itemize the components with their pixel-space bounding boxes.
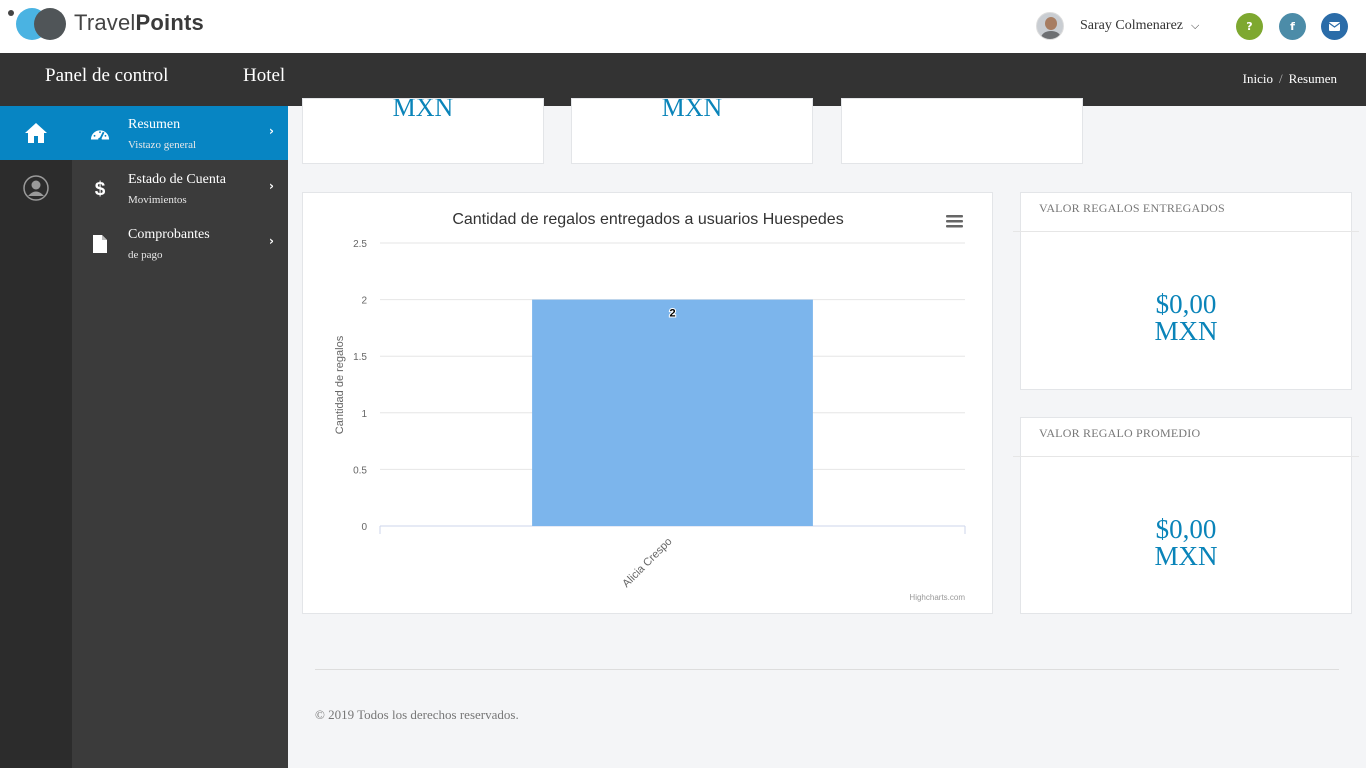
sidebar-item-sublabel: Vistazo general [128, 139, 197, 151]
card-value-currency: MXN [1154, 541, 1218, 571]
stat-card: MXN [302, 98, 544, 164]
dollar-icon: $ [90, 179, 110, 200]
rail-profile[interactable] [0, 161, 72, 215]
valor-regalos-entregados-card: VALOR REGALOS ENTREGADOS $0,00 MXN [1013, 192, 1359, 390]
envelope-icon [1329, 22, 1340, 31]
footer-copyright: © 2019 Todos los derechos reservados. [315, 707, 519, 722]
chart-menu-icon[interactable] [946, 215, 963, 228]
breadcrumb: Inicio / Resumen [1243, 71, 1337, 87]
card-value: $0,00 MXN [1021, 516, 1351, 570]
x-tick-label: Alicia Crespo [620, 536, 674, 590]
user-menu[interactable]: Saray Colmenarez ⌵ [1036, 11, 1199, 41]
sidebar-item-label: Resumen [128, 117, 181, 132]
chart-title: Cantidad de regalos entregados a usuario… [452, 211, 843, 228]
icon-rail [0, 106, 72, 768]
card-value-amount: $0,00 [1155, 514, 1217, 544]
svg-text:$: $ [95, 179, 106, 200]
user-circle-icon [23, 175, 49, 201]
y-tick-label: 2 [361, 296, 367, 307]
divider [1013, 456, 1359, 457]
dashboard-icon [90, 124, 110, 144]
sidebar-item-label: Comprobantes [128, 227, 210, 242]
sidebar-item-label: Estado de Cuenta [128, 172, 226, 187]
stat-card: MXN [571, 98, 813, 164]
help-button[interactable]: ? [1236, 13, 1263, 40]
logo-circle-gray [34, 8, 66, 40]
bar[interactable] [532, 299, 813, 526]
chevron-right-icon: › [269, 234, 274, 248]
chevron-down-icon[interactable]: ⌵ [1191, 19, 1199, 33]
section-title[interactable]: Hotel [243, 65, 285, 87]
valor-regalo-promedio-card: VALOR REGALO PROMEDIO $0,00 MXN [1013, 417, 1359, 614]
travelpoints-logo[interactable]: TravelPoints [8, 6, 204, 42]
stat-value: MXN [661, 98, 723, 122]
sidebar-item-comprobantes[interactable]: Comprobantes de pago › [72, 216, 288, 270]
card-value-amount: $0,00 [1155, 289, 1217, 319]
stat-card [841, 98, 1083, 164]
card-value-currency: MXN [1154, 316, 1218, 346]
bar-chart: Cantidad de regalos entregados a usuario… [334, 211, 966, 602]
stat-value: MXN [392, 98, 454, 122]
document-icon [90, 234, 110, 254]
breadcrumb-current: Resumen [1288, 71, 1337, 86]
chevron-right-icon: › [269, 124, 274, 138]
facebook-button[interactable]: f [1279, 13, 1306, 40]
breadcrumb-home[interactable]: Inicio [1243, 71, 1273, 87]
y-tick-label: 1 [361, 409, 367, 420]
card-value: $0,00 MXN [1021, 291, 1351, 345]
sidebar-item-sublabel: Movimientos [128, 194, 187, 206]
home-icon [25, 123, 47, 143]
data-label: 2 [669, 308, 675, 320]
mail-button[interactable] [1321, 13, 1348, 40]
y-tick-label: 0 [361, 522, 367, 533]
card-title: VALOR REGALO PROMEDIO [1039, 426, 1201, 440]
rail-home[interactable] [0, 106, 72, 160]
avatar [1036, 12, 1064, 40]
sidebar-item-resumen[interactable]: Resumen Vistazo general › [72, 106, 288, 160]
chart-card: Cantidad de regalos entregados a usuario… [302, 192, 993, 614]
logo-dot [8, 10, 14, 16]
logo-text: TravelPoints [74, 10, 204, 35]
divider [1013, 231, 1359, 232]
y-axis-label: Cantidad de regalos [334, 335, 346, 434]
sidebar-item-estado-de-cuenta[interactable]: $ Estado de Cuenta Movimientos › [72, 161, 288, 215]
y-tick-label: 0.5 [353, 465, 367, 476]
sidebar-menu: Resumen Vistazo general › $ Estado de Cu… [72, 106, 288, 768]
panel-title[interactable]: Panel de control [45, 65, 168, 87]
chart-credit[interactable]: Highcharts.com [909, 593, 965, 602]
chevron-right-icon: › [269, 179, 274, 193]
footer-divider [315, 669, 1339, 670]
breadcrumb-separator: / [1278, 71, 1283, 86]
sidebar-item-sublabel: de pago [128, 249, 163, 261]
card-title: VALOR REGALOS ENTREGADOS [1039, 201, 1225, 215]
user-name: Saray Colmenarez [1080, 18, 1184, 33]
top-bar: TravelPoints Saray Colmenarez ⌵ ? f [0, 0, 1366, 53]
y-tick-label: 1.5 [353, 352, 367, 363]
y-tick-label: 2.5 [353, 239, 367, 250]
